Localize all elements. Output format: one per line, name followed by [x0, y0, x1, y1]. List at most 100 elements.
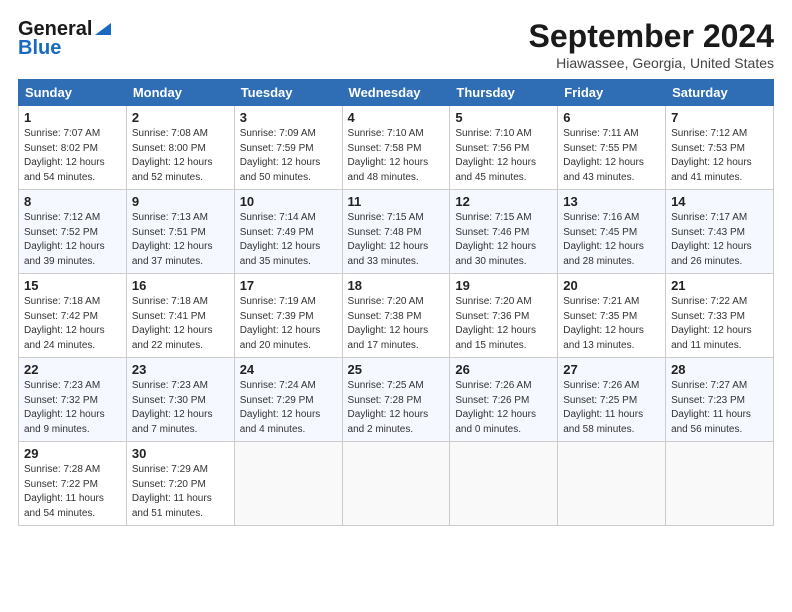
page-container: General Blue September 2024 Hiawassee, G… — [0, 0, 792, 536]
day-detail: Sunrise: 7:15 AM Sunset: 7:48 PM Dayligh… — [348, 211, 445, 269]
weekday-header-row: SundayMondayTuesdayWednesdayThursdayFrid… — [19, 80, 774, 106]
calendar-cell: 23Sunrise: 7:23 AM Sunset: 7:30 PM Dayli… — [126, 358, 234, 442]
calendar-cell: 20Sunrise: 7:21 AM Sunset: 7:35 PM Dayli… — [558, 274, 666, 358]
day-detail: Sunrise: 7:22 AM Sunset: 7:33 PM Dayligh… — [671, 295, 768, 353]
calendar-cell — [558, 442, 666, 526]
day-detail: Sunrise: 7:17 AM Sunset: 7:43 PM Dayligh… — [671, 211, 768, 269]
calendar-cell: 30 Sunrise: 7:29 AM Sunset: 7:20 PM Dayli… — [126, 442, 234, 526]
day-number: 1 — [24, 110, 121, 125]
logo-triangle-icon — [93, 19, 113, 39]
calendar-cell — [666, 442, 774, 526]
calendar-cell: 22 Sunrise: 7:23 AM Sunset: 7:32 PM Dayli… — [19, 358, 127, 442]
day-detail: Sunrise: 7:20 AM Sunset: 7:38 PM Dayligh… — [348, 295, 445, 353]
day-detail: Sunrise: 7:10 AM Sunset: 7:56 PM Dayligh… — [455, 127, 552, 185]
calendar-cell: 2 Sunrise: 7:08 AM Sunset: 8:00 PM Daylig… — [126, 106, 234, 190]
day-number: 13 — [563, 194, 660, 209]
day-number: 25 — [348, 362, 445, 377]
day-detail: Sunrise: 7:29 AM Sunset: 7:20 PM Dayligh… — [132, 463, 229, 521]
weekday-header-tuesday: Tuesday — [234, 80, 342, 106]
calendar-cell: 27 Sunrise: 7:26 AM Sunset: 7:25 PM Dayli… — [558, 358, 666, 442]
calendar-cell: 16 Sunrise: 7:18 AM Sunset: 7:41 PM Dayli… — [126, 274, 234, 358]
day-number: 24 — [240, 362, 337, 377]
header: General Blue September 2024 Hiawassee, G… — [18, 18, 774, 71]
day-number: 29 — [24, 446, 121, 461]
calendar-table: SundayMondayTuesdayWednesdayThursdayFrid… — [18, 79, 774, 526]
day-number: 12 — [455, 194, 552, 209]
calendar-cell: 12 Sunrise: 7:15 AM Sunset: 7:46 PM Dayli… — [450, 190, 558, 274]
calendar-cell: 15 Sunrise: 7:18 AM Sunset: 7:42 PM Dayli… — [19, 274, 127, 358]
day-number: 5 — [455, 110, 552, 125]
calendar-week-5: 29 Sunrise: 7:28 AM Sunset: 7:22 PM Dayli… — [19, 442, 774, 526]
day-number: 17 — [240, 278, 337, 293]
day-detail: Sunrise: 7:18 AM Sunset: 7:41 PM Dayligh… — [132, 295, 229, 353]
weekday-header-wednesday: Wednesday — [342, 80, 450, 106]
day-number: 3 — [240, 110, 337, 125]
calendar-cell: 3 Sunrise: 7:09 AM Sunset: 7:59 PM Daylig… — [234, 106, 342, 190]
day-number: 14 — [671, 194, 768, 209]
calendar-cell: 17 Sunrise: 7:19 AM Sunset: 7:39 PM Dayli… — [234, 274, 342, 358]
calendar-cell: 5 Sunrise: 7:10 AM Sunset: 7:56 PM Daylig… — [450, 106, 558, 190]
weekday-header-sunday: Sunday — [19, 80, 127, 106]
day-number: 19 — [455, 278, 552, 293]
calendar-week-3: 15 Sunrise: 7:18 AM Sunset: 7:42 PM Dayli… — [19, 274, 774, 358]
calendar-week-1: 1 Sunrise: 7:07 AM Sunset: 8:02 PM Daylig… — [19, 106, 774, 190]
calendar-cell: 11 Sunrise: 7:15 AM Sunset: 7:48 PM Dayli… — [342, 190, 450, 274]
day-detail: Sunrise: 7:23 AM Sunset: 7:32 PM Dayligh… — [24, 379, 121, 437]
day-number: 26 — [455, 362, 552, 377]
day-number: 10 — [240, 194, 337, 209]
weekday-header-saturday: Saturday — [666, 80, 774, 106]
day-number: 16 — [132, 278, 229, 293]
calendar-cell: 21 Sunrise: 7:22 AM Sunset: 7:33 PM Dayli… — [666, 274, 774, 358]
calendar-cell: 24 Sunrise: 7:24 AM Sunset: 7:29 PM Dayli… — [234, 358, 342, 442]
day-detail: Sunrise: 7:28 AM Sunset: 7:22 PM Dayligh… — [24, 463, 121, 521]
day-detail: Sunrise: 7:12 AM Sunset: 7:53 PM Dayligh… — [671, 127, 768, 185]
day-detail: Sunrise: 7:15 AM Sunset: 7:46 PM Dayligh… — [455, 211, 552, 269]
calendar-cell: 19 Sunrise: 7:20 AM Sunset: 7:36 PM Dayli… — [450, 274, 558, 358]
day-detail: Sunrise: 7:16 AM Sunset: 7:45 PM Dayligh… — [563, 211, 660, 269]
day-number: 8 — [24, 194, 121, 209]
day-detail: Sunrise: 7:10 AM Sunset: 7:58 PM Dayligh… — [348, 127, 445, 185]
day-detail: Sunrise: 7:19 AM Sunset: 7:39 PM Dayligh… — [240, 295, 337, 353]
day-detail: Sunrise: 7:13 AM Sunset: 7:51 PM Dayligh… — [132, 211, 229, 269]
calendar-cell: 14 Sunrise: 7:17 AM Sunset: 7:43 PM Dayli… — [666, 190, 774, 274]
day-number: 15 — [24, 278, 121, 293]
calendar-cell — [234, 442, 342, 526]
calendar-cell: 7Sunrise: 7:12 AM Sunset: 7:53 PM Daylig… — [666, 106, 774, 190]
location: Hiawassee, Georgia, United States — [529, 55, 774, 71]
calendar-cell: 4 Sunrise: 7:10 AM Sunset: 7:58 PM Daylig… — [342, 106, 450, 190]
calendar-week-2: 8Sunrise: 7:12 AM Sunset: 7:52 PM Daylig… — [19, 190, 774, 274]
day-detail: Sunrise: 7:25 AM Sunset: 7:28 PM Dayligh… — [348, 379, 445, 437]
day-detail: Sunrise: 7:27 AM Sunset: 7:23 PM Dayligh… — [671, 379, 768, 437]
title-area: September 2024 Hiawassee, Georgia, Unite… — [529, 18, 774, 71]
day-detail: Sunrise: 7:26 AM Sunset: 7:26 PM Dayligh… — [455, 379, 552, 437]
day-number: 4 — [348, 110, 445, 125]
calendar-cell: 25 Sunrise: 7:25 AM Sunset: 7:28 PM Dayli… — [342, 358, 450, 442]
day-detail: Sunrise: 7:18 AM Sunset: 7:42 PM Dayligh… — [24, 295, 121, 353]
day-detail: Sunrise: 7:24 AM Sunset: 7:29 PM Dayligh… — [240, 379, 337, 437]
calendar-cell: 10Sunrise: 7:14 AM Sunset: 7:49 PM Dayli… — [234, 190, 342, 274]
calendar-week-4: 22 Sunrise: 7:23 AM Sunset: 7:32 PM Dayli… — [19, 358, 774, 442]
day-detail: Sunrise: 7:08 AM Sunset: 8:00 PM Dayligh… — [132, 127, 229, 185]
day-detail: Sunrise: 7:26 AM Sunset: 7:25 PM Dayligh… — [563, 379, 660, 437]
day-number: 22 — [24, 362, 121, 377]
day-number: 2 — [132, 110, 229, 125]
day-number: 23 — [132, 362, 229, 377]
day-detail: Sunrise: 7:21 AM Sunset: 7:35 PM Dayligh… — [563, 295, 660, 353]
day-number: 11 — [348, 194, 445, 209]
day-number: 27 — [563, 362, 660, 377]
weekday-header-monday: Monday — [126, 80, 234, 106]
calendar-cell: 8Sunrise: 7:12 AM Sunset: 7:52 PM Daylig… — [19, 190, 127, 274]
calendar-cell: 6Sunrise: 7:11 AM Sunset: 7:55 PM Daylig… — [558, 106, 666, 190]
day-number: 21 — [671, 278, 768, 293]
day-detail: Sunrise: 7:09 AM Sunset: 7:59 PM Dayligh… — [240, 127, 337, 185]
day-number: 28 — [671, 362, 768, 377]
day-number: 30 — [132, 446, 229, 461]
calendar-cell: 1 Sunrise: 7:07 AM Sunset: 8:02 PM Daylig… — [19, 106, 127, 190]
calendar-cell — [342, 442, 450, 526]
day-number: 6 — [563, 110, 660, 125]
day-detail: Sunrise: 7:07 AM Sunset: 8:02 PM Dayligh… — [24, 127, 121, 185]
calendar-cell: 9Sunrise: 7:13 AM Sunset: 7:51 PM Daylig… — [126, 190, 234, 274]
calendar-cell: 29 Sunrise: 7:28 AM Sunset: 7:22 PM Dayli… — [19, 442, 127, 526]
day-detail: Sunrise: 7:20 AM Sunset: 7:36 PM Dayligh… — [455, 295, 552, 353]
calendar-cell: 26 Sunrise: 7:26 AM Sunset: 7:26 PM Dayli… — [450, 358, 558, 442]
